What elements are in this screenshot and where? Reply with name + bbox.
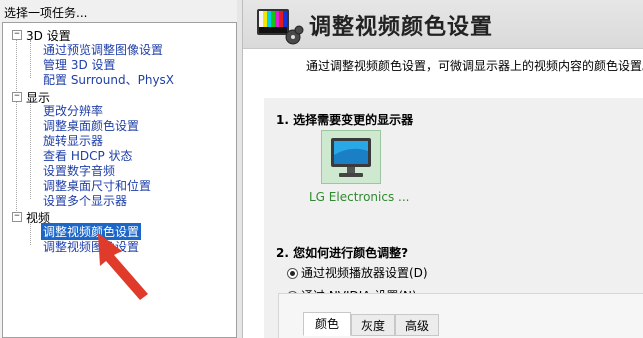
section-color-method-title: 2. 您如何进行颜色调整? — [276, 246, 409, 260]
collapse-toggle-display[interactable]: − — [12, 92, 22, 102]
tree-guide-line — [30, 40, 31, 78]
section-select-display-title: 1. 选择需要变更的显示器 — [276, 113, 414, 127]
tab-advanced[interactable]: 高级 — [395, 314, 439, 336]
color-bars-icon — [257, 9, 304, 45]
tree-item-surround-physx[interactable]: 配置 Surround、PhysX — [43, 71, 174, 88]
task-pane-header-label: 选择一项任务... — [4, 6, 88, 20]
radio-button-checked[interactable] — [287, 268, 298, 279]
display-name-label[interactable]: LG Electronics ... — [309, 190, 409, 204]
collapse-toggle-video[interactable]: − — [12, 212, 22, 222]
settings-panel: 1. 选择需要变更的显示器 LG Electronics ... 2. 您如何进… — [264, 98, 643, 338]
task-pane-header: 选择一项任务... — [0, 0, 240, 22]
radio-video-player-settings[interactable]: 通过视频播放器设置(D) — [287, 264, 428, 281]
page-title: 调整视频颜色设置 — [309, 15, 494, 40]
monitor-icon — [331, 138, 371, 177]
display-selector-card[interactable] — [321, 130, 381, 184]
tab-color[interactable]: 颜色 — [303, 312, 351, 336]
tree-guide-line — [16, 37, 17, 217]
radio-label: 通过视频播放器设置(D) — [301, 266, 428, 280]
task-tree[interactable]: − 3D 设置 通过预览调整图像设置 管理 3D 设置 配置 Surround、… — [2, 22, 237, 338]
tree-guide-line — [30, 100, 31, 199]
page-description: 通过调整视频颜色设置，可微调显示器上的视频内容的颜色设置。允 — [306, 59, 643, 73]
collapse-toggle-3d[interactable]: − — [12, 30, 22, 40]
tab-grayscale[interactable]: 灰度 — [351, 314, 395, 336]
page-banner: 调整视频颜色设置 — [243, 0, 643, 49]
tree-item-video-image[interactable]: 调整视频图像设置 — [43, 238, 139, 255]
tree-item-multiple-displays[interactable]: 设置多个显示器 — [43, 192, 127, 209]
content-pane: 调整视频颜色设置 通过调整视频颜色设置，可微调显示器上的视频内容的颜色设置。允 … — [243, 0, 643, 338]
color-settings-box: 颜色 灰度 高级 — [278, 293, 643, 338]
